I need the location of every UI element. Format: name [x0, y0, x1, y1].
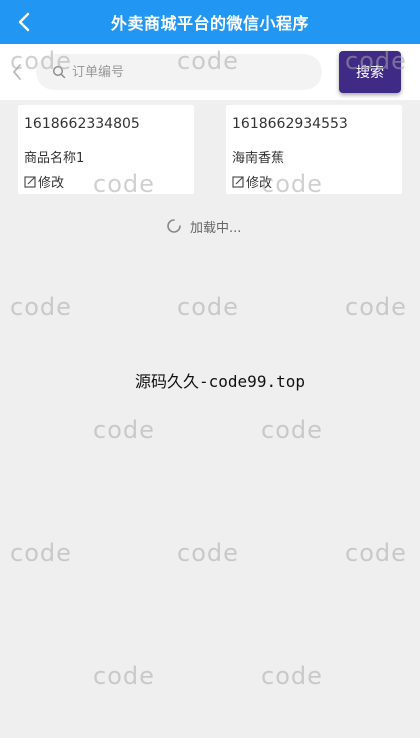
watermark: code	[93, 662, 155, 690]
chevron-left-icon	[13, 64, 21, 80]
edit-label: 修改	[246, 176, 273, 191]
page-title: 外卖商城平台的微信小程序	[110, 14, 309, 33]
order-card[interactable]: 1618662334805 商品名称1 修改	[18, 105, 194, 194]
search-icon	[52, 65, 66, 79]
order-number: 1618662934553	[232, 116, 348, 132]
watermark: code	[345, 293, 407, 321]
edit-button[interactable]: 修改	[232, 172, 272, 191]
watermark: code	[261, 662, 323, 690]
watermark: code	[10, 293, 72, 321]
watermark: code	[177, 293, 239, 321]
order-number-search-input[interactable]	[70, 63, 314, 81]
watermark: code	[93, 416, 155, 444]
search-button[interactable]: 搜索	[339, 51, 401, 93]
watermark: code	[345, 539, 407, 567]
loading-text: 加载中...	[190, 220, 242, 236]
edit-icon	[232, 175, 245, 188]
edit-button[interactable]: 修改	[24, 172, 64, 191]
back-button[interactable]	[10, 8, 38, 36]
product-name: 商品名称1	[24, 151, 85, 166]
watermark: code	[177, 539, 239, 567]
edit-icon	[24, 175, 37, 188]
search-box[interactable]	[36, 54, 322, 90]
scroll-left-button[interactable]	[10, 60, 24, 84]
watermark: code	[10, 539, 72, 567]
product-name: 海南香蕉	[232, 151, 285, 166]
watermark: code	[261, 416, 323, 444]
spinner-icon	[166, 218, 182, 234]
top-nav-bar: 外卖商城平台的微信小程序	[0, 0, 420, 44]
search-bar: 搜索	[0, 44, 420, 100]
order-number: 1618662334805	[24, 116, 140, 132]
order-card[interactable]: 1618662934553 海南香蕉 修改	[226, 105, 402, 194]
edit-label: 修改	[38, 176, 65, 191]
source-watermark-text: 源码久久-code99.top	[135, 372, 305, 391]
chevron-left-icon	[18, 12, 30, 32]
loading-indicator: 加载中...	[166, 217, 242, 236]
